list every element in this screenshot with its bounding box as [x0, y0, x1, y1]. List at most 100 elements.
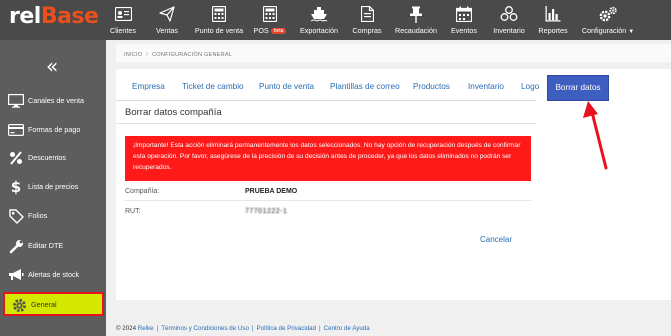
nav-label: Ventas — [156, 26, 178, 35]
calculator-icon — [260, 4, 280, 24]
row-divider — [125, 200, 531, 201]
nav-compras[interactable]: Compras — [350, 0, 384, 40]
sidebar-item-formas-de-pago[interactable]: Formas de pago — [0, 117, 106, 143]
gears-icon — [598, 4, 618, 24]
footer-separator: | — [319, 325, 321, 332]
cancel-button[interactable]: Cancelar — [480, 235, 512, 244]
nav-inventario[interactable]: Inventario — [491, 0, 527, 40]
tab-plantillas-de-correo[interactable]: Plantillas de correo — [330, 82, 400, 91]
nav-clientes[interactable]: Clientes — [110, 0, 136, 40]
tab-logo[interactable]: Logo — [521, 82, 539, 91]
sidebar-item-alertas-de-stock[interactable]: Alertas de stock — [0, 262, 106, 288]
beta-badge: beta — [270, 28, 287, 34]
tab-punto-de-venta[interactable]: Punto de venta — [259, 82, 314, 91]
nav-label: Clientes — [110, 26, 136, 35]
sidebar-item-label: Canales de venta — [28, 96, 84, 105]
nav-label-text: Configuración — [581, 26, 627, 35]
footer-separator: | — [156, 325, 159, 332]
top-navbar: relBase Clientes Ventas Punto de venta P… — [0, 0, 671, 40]
company-label: Compañía: — [125, 188, 160, 195]
nav-punto-de-venta[interactable]: Punto de venta — [194, 0, 244, 40]
nav-label: Configuración ▼ — [582, 26, 634, 35]
breadcrumb-separator: / — [146, 52, 149, 58]
footer-help-link[interactable]: Centro de Ayuda — [324, 325, 370, 332]
settings-tabs: Empresa Ticket de cambio Punto de venta … — [116, 73, 609, 101]
sidebar-item-label: Alertas de stock — [28, 270, 80, 279]
sidebar-item-folios[interactable]: Folios — [0, 203, 106, 229]
bar-chart-icon — [543, 4, 563, 24]
sidebar-item-editar-dte[interactable]: Editar DTE — [0, 233, 106, 259]
sidebar: « Canales de venta Formas de pago Descue… — [0, 40, 106, 336]
tab-empresa[interactable]: Empresa — [132, 82, 165, 91]
percent-icon — [8, 150, 24, 166]
calculator-icon — [209, 4, 229, 24]
gear-icon — [11, 297, 27, 313]
dollar-icon: $ — [8, 179, 24, 195]
sidebar-item-label: Editar DTE — [28, 241, 64, 250]
logo-text-part1: rel — [9, 4, 41, 29]
footer-brand-link[interactable]: Relke — [138, 325, 154, 332]
credit-card-icon — [8, 122, 24, 138]
tab-productos[interactable]: Productos — [413, 82, 450, 91]
company-value: PRUEBA DEMO — [245, 188, 298, 195]
nav-configuracion[interactable]: Configuración ▼ — [580, 0, 636, 40]
tag-icon — [8, 208, 24, 224]
sidebar-item-label: Folios — [28, 211, 48, 220]
boxes-icon — [499, 4, 519, 24]
svg-text:$: $ — [11, 179, 21, 195]
warning-alert: ¡Importante! Esta acción eliminará perma… — [125, 136, 531, 181]
nav-label: Compras — [352, 26, 382, 35]
sidebar-item-label: Lista de precios — [28, 182, 79, 191]
sidebar-item-canales-de-venta[interactable]: Canales de venta — [0, 88, 106, 114]
relbase-logo[interactable]: relBase — [9, 4, 99, 29]
ship-icon — [309, 4, 329, 24]
sidebar-item-label: General — [31, 300, 57, 309]
nav-label: Eventos — [451, 26, 477, 35]
breadcrumb-current: CONFIGURACIÓN GENERAL — [152, 52, 233, 58]
bullhorn-icon — [8, 267, 24, 283]
sidebar-item-descuentos[interactable]: Descuentos — [0, 145, 106, 171]
nav-label: Punto de venta — [194, 26, 244, 35]
footer-terms-link[interactable]: Términos y Condiciones de Uso — [161, 325, 249, 332]
footer-copyright: © 2024 — [116, 325, 137, 332]
sidebar-item-general[interactable]: General — [3, 292, 104, 316]
address-card-icon — [113, 4, 133, 24]
tab-borrar-datos[interactable]: Borrar datos — [547, 75, 609, 101]
nav-label: POS beta — [254, 26, 287, 35]
document-icon — [357, 4, 377, 24]
footer: © 2024 Relke | Términos y Condiciones de U… — [116, 325, 370, 332]
main-content: INICIO / CONFIGURACIÓN GENERAL Empresa Tic… — [106, 40, 671, 336]
footer-privacy-link[interactable]: Política de Privacidad — [257, 325, 317, 332]
nav-eventos[interactable]: Eventos — [449, 0, 479, 40]
sidebar-item-label: Descuentos — [28, 153, 66, 162]
footer-separator: | — [251, 325, 254, 332]
nav-recaudacion[interactable]: Recaudación — [393, 0, 439, 40]
nav-pos[interactable]: POS beta — [252, 0, 288, 40]
breadcrumb: INICIO / CONFIGURACIÓN GENERAL — [116, 44, 671, 62]
sidebar-item-lista-de-precios[interactable]: $ Lista de precios — [0, 174, 106, 200]
sidebar-item-label: Formas de pago — [28, 125, 81, 134]
paper-plane-icon — [157, 4, 177, 24]
nav-label: Exportación — [300, 26, 338, 35]
monitor-icon — [8, 93, 24, 109]
nav-label: Inventario — [493, 26, 525, 35]
logo-text-part2: Base — [40, 4, 99, 29]
nav-reportes[interactable]: Reportes — [537, 0, 569, 40]
wrench-icon — [8, 238, 24, 254]
settings-panel: Empresa Ticket de cambio Punto de venta … — [116, 69, 671, 300]
nav-exportacion[interactable]: Exportación — [298, 0, 340, 40]
tab-inventario[interactable]: Inventario — [468, 82, 504, 91]
title-divider — [116, 123, 536, 124]
nav-label: Reportes — [538, 26, 568, 35]
rut-label: RUT: — [125, 208, 141, 215]
section-title: Borrar datos compañía — [125, 107, 222, 118]
calendar-icon — [454, 4, 474, 24]
nav-ventas[interactable]: Ventas — [154, 0, 180, 40]
rut-value: 77701222-1 — [245, 208, 288, 215]
nav-label-text: POS — [253, 26, 269, 35]
breadcrumb-home-link[interactable]: INICIO — [124, 52, 142, 58]
collapse-sidebar-icon[interactable]: « — [46, 56, 58, 76]
pin-icon — [406, 4, 426, 24]
tab-ticket-de-cambio[interactable]: Ticket de cambio — [182, 82, 244, 91]
nav-label: Recaudación — [395, 26, 437, 35]
